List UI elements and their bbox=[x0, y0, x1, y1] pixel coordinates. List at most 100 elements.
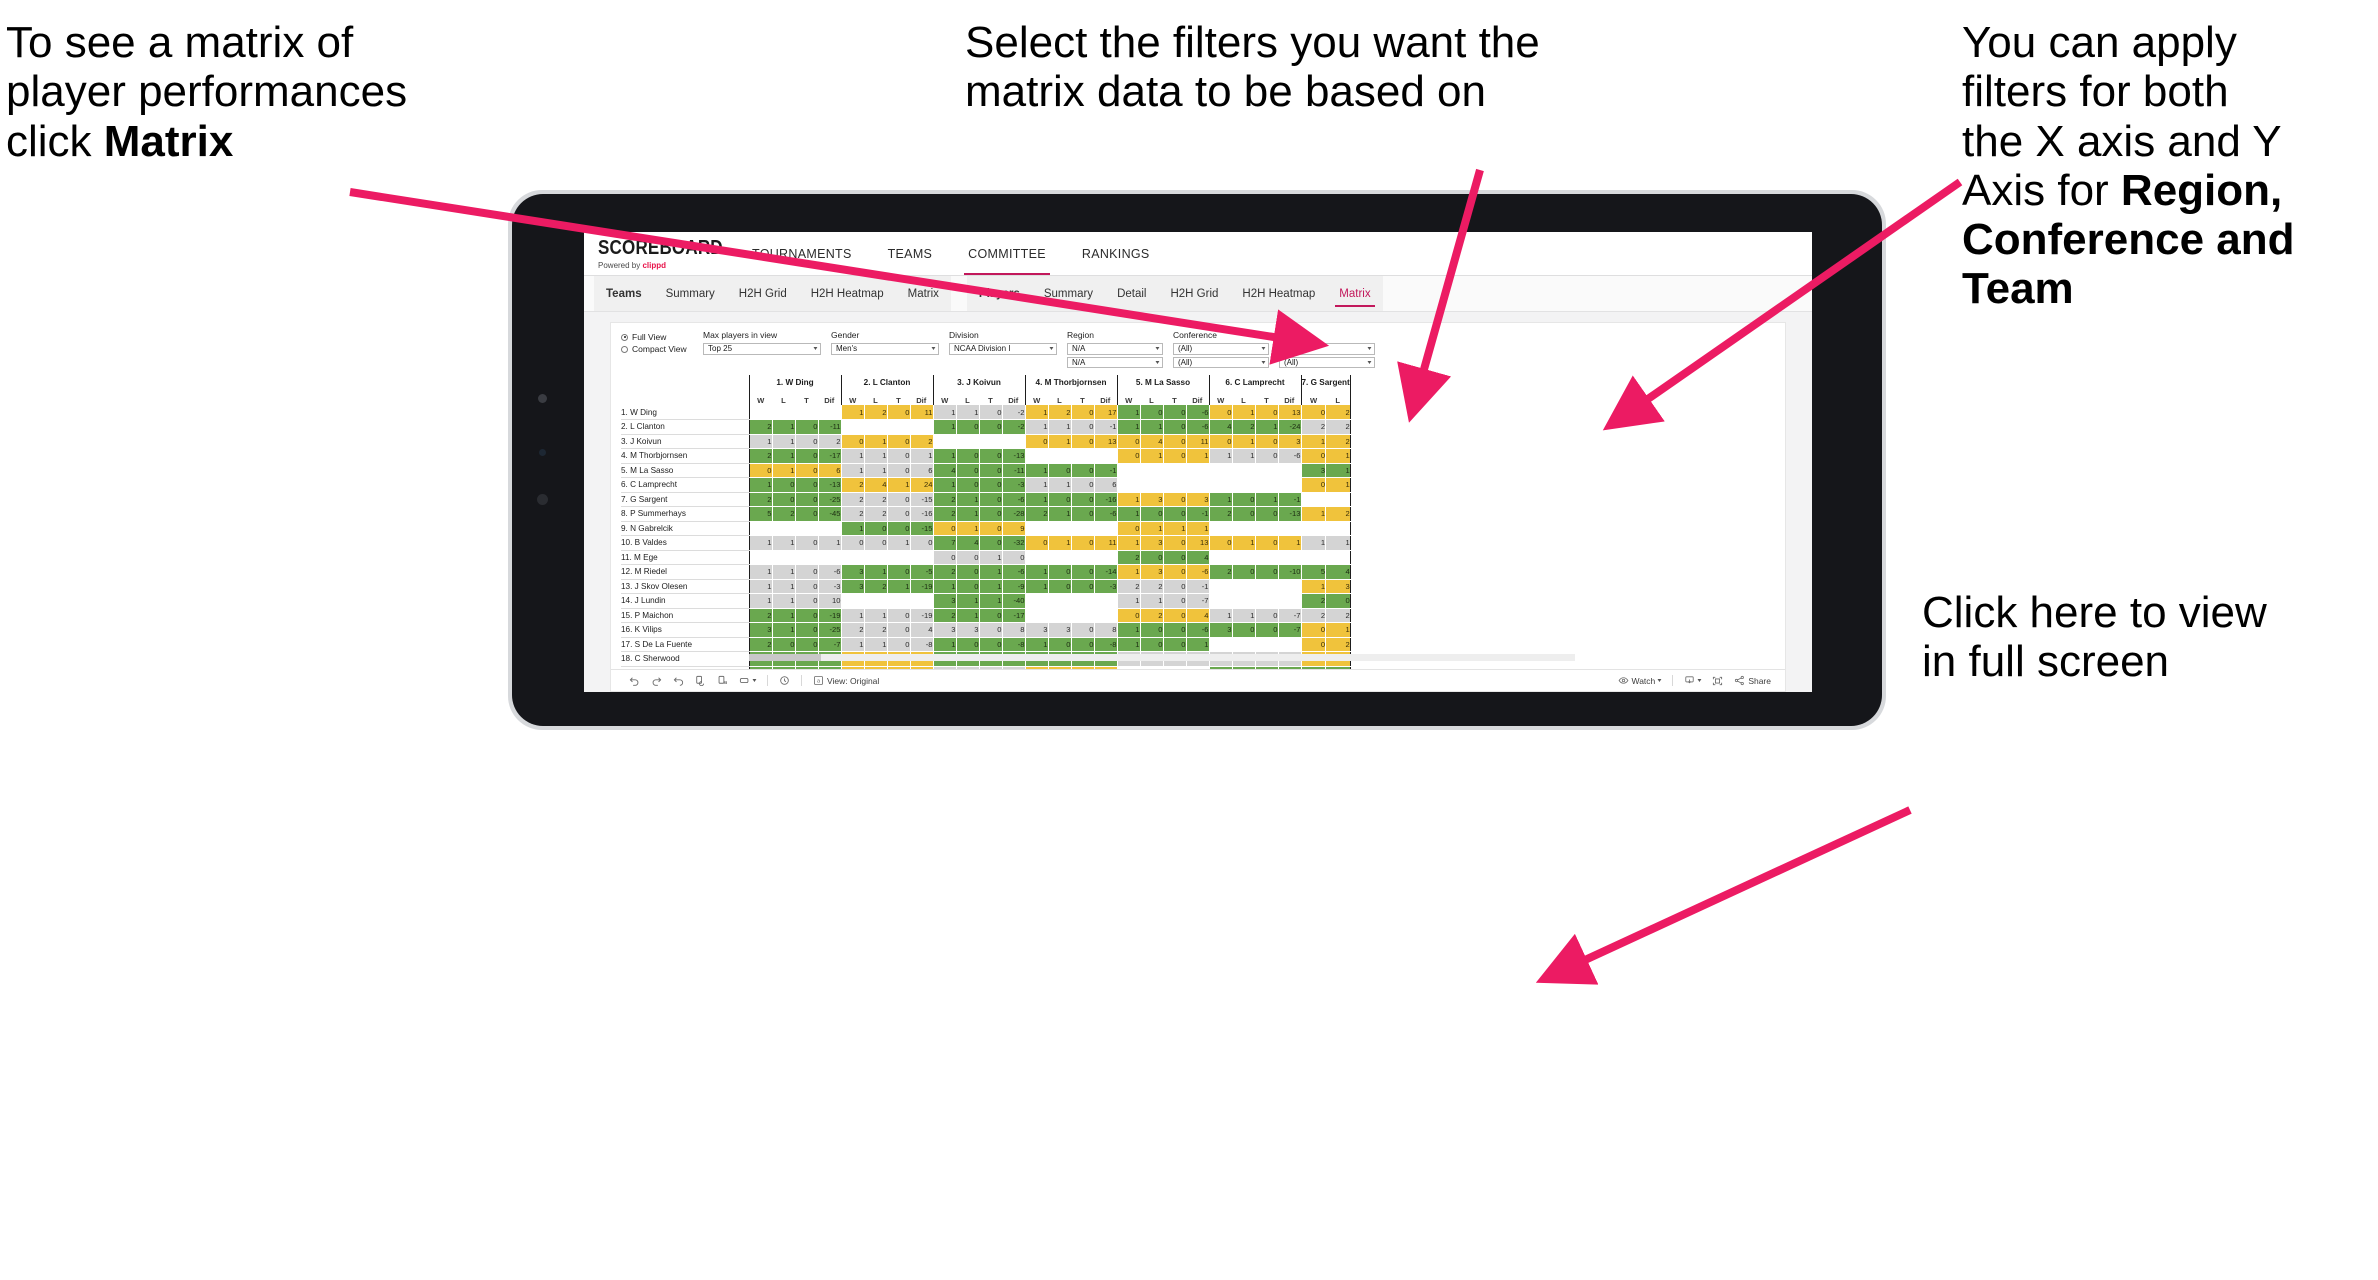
matrix-cell[interactable]: 0 bbox=[979, 608, 1003, 623]
matrix-cell[interactable]: 0 bbox=[795, 463, 819, 478]
matrix-cell[interactable] bbox=[1208, 463, 1233, 478]
matrix-cell[interactable] bbox=[1024, 521, 1049, 536]
matrix-cell[interactable]: 0 bbox=[1255, 535, 1279, 551]
matrix-cell[interactable]: 3 bbox=[932, 622, 957, 638]
matrix-cell[interactable]: 0 bbox=[979, 535, 1003, 551]
matrix-cell[interactable]: 1 bbox=[864, 434, 888, 449]
matrix-cell[interactable]: 2 bbox=[818, 434, 842, 449]
matrix-cell[interactable] bbox=[1255, 550, 1279, 565]
matrix-cell[interactable] bbox=[1024, 550, 1049, 565]
matrix-cell[interactable]: 4 bbox=[910, 622, 934, 638]
matrix-cell[interactable]: 2 bbox=[1024, 506, 1049, 522]
matrix-cell[interactable] bbox=[1208, 579, 1233, 594]
matrix-cell[interactable]: 1 bbox=[979, 579, 1003, 594]
matrix-cell[interactable]: 0 bbox=[979, 448, 1003, 464]
logo[interactable]: SCOREBOARD Powered by clippd bbox=[598, 237, 723, 270]
matrix-cell[interactable]: 1 bbox=[1325, 622, 1351, 638]
matrix-cell[interactable]: 1 bbox=[1255, 419, 1279, 435]
matrix-cell[interactable]: -45 bbox=[818, 506, 842, 522]
refresh-icon[interactable] bbox=[695, 675, 706, 686]
matrix-cell[interactable]: -7 bbox=[1278, 608, 1302, 623]
matrix-cell[interactable] bbox=[1048, 521, 1072, 536]
matrix-cell[interactable]: 0 bbox=[956, 564, 980, 580]
matrix-cell[interactable]: 13 bbox=[1094, 434, 1118, 449]
matrix-cell[interactable]: -6 bbox=[1094, 506, 1118, 522]
matrix-cell[interactable]: 1 bbox=[1116, 535, 1141, 551]
matrix-cell[interactable]: 1 bbox=[818, 535, 842, 551]
matrix-cell[interactable]: 0 bbox=[795, 535, 819, 551]
matrix-cell[interactable]: 0 bbox=[1024, 434, 1049, 449]
matrix-cell[interactable]: 1 bbox=[1116, 637, 1141, 652]
matrix-cell[interactable]: 1 bbox=[864, 608, 888, 623]
matrix-cell[interactable]: 2 bbox=[840, 477, 865, 493]
matrix-cell[interactable]: 0 bbox=[1048, 463, 1072, 478]
matrix-cell[interactable]: 1 bbox=[1048, 535, 1072, 551]
tab-players-detail[interactable]: Detail bbox=[1105, 276, 1158, 311]
matrix-cell[interactable]: 1 bbox=[887, 477, 911, 493]
matrix-cell[interactable]: 6 bbox=[910, 463, 934, 478]
matrix-cell[interactable]: 1 bbox=[840, 608, 865, 623]
matrix-cell[interactable]: 1 bbox=[772, 463, 796, 478]
matrix-cell[interactable]: 1 bbox=[772, 434, 796, 449]
matrix-cell[interactable] bbox=[1255, 579, 1279, 594]
matrix-cell[interactable]: 0 bbox=[1208, 535, 1233, 551]
matrix-cell[interactable]: 0 bbox=[748, 463, 773, 478]
matrix-cell[interactable]: 1 bbox=[1024, 637, 1049, 652]
matrix-cell[interactable]: -1 bbox=[1094, 419, 1118, 435]
matrix-cell[interactable] bbox=[1071, 521, 1095, 536]
matrix-cell[interactable]: 0 bbox=[910, 535, 934, 551]
matrix-cell[interactable] bbox=[1278, 521, 1302, 536]
matrix-cell[interactable] bbox=[748, 521, 773, 536]
matrix-cell[interactable] bbox=[1325, 492, 1351, 507]
matrix-cell[interactable]: 0 bbox=[795, 506, 819, 522]
matrix-cell[interactable]: 1 bbox=[1116, 564, 1141, 580]
matrix-cell[interactable] bbox=[1278, 477, 1302, 493]
matrix-cell[interactable]: 1 bbox=[1048, 419, 1072, 435]
matrix-cell[interactable] bbox=[1278, 463, 1302, 478]
matrix-cell[interactable]: 0 bbox=[1071, 463, 1095, 478]
matrix-cell[interactable]: 0 bbox=[887, 521, 911, 536]
matrix-cell[interactable]: 1 bbox=[748, 535, 773, 551]
matrix-cell[interactable]: -5 bbox=[910, 564, 934, 580]
matrix-cell[interactable]: 1 bbox=[1140, 593, 1164, 609]
matrix-cell[interactable]: 1 bbox=[956, 506, 980, 522]
matrix-cell[interactable]: -25 bbox=[818, 492, 842, 507]
matrix-cell[interactable]: 1 bbox=[1300, 535, 1327, 551]
matrix-cell[interactable]: 0 bbox=[887, 608, 911, 623]
matrix-cell[interactable]: 4 bbox=[956, 535, 980, 551]
matrix-cell[interactable]: -1 bbox=[1278, 492, 1302, 507]
matrix-cell[interactable]: 0 bbox=[1255, 506, 1279, 522]
matrix-cell[interactable]: 1 bbox=[772, 564, 796, 580]
matrix-cell[interactable]: 0 bbox=[1140, 405, 1164, 420]
matrix-cell[interactable] bbox=[1116, 477, 1141, 493]
filter-region-select-y[interactable]: N/A ▾ bbox=[1067, 356, 1163, 368]
matrix-cell[interactable] bbox=[1071, 593, 1095, 609]
filter-max-players-select[interactable]: Top 25 ▾ bbox=[703, 343, 821, 355]
matrix-cell[interactable]: -6 bbox=[1278, 448, 1302, 464]
matrix-cell[interactable] bbox=[1024, 448, 1049, 464]
matrix-cell[interactable]: 3 bbox=[840, 579, 865, 594]
redo-icon[interactable] bbox=[651, 675, 662, 686]
view-original-button[interactable]: a View: Original bbox=[813, 675, 879, 686]
matrix-cell[interactable]: 3 bbox=[1024, 622, 1049, 638]
matrix-cell[interactable]: 2 bbox=[1140, 579, 1164, 594]
matrix-cell[interactable]: 1 bbox=[1300, 506, 1327, 522]
matrix-cell[interactable]: -13 bbox=[1002, 448, 1026, 464]
matrix-cell[interactable]: 1 bbox=[1325, 448, 1351, 464]
matrix-cell[interactable]: 0 bbox=[1300, 448, 1327, 464]
matrix-cell[interactable]: 0 bbox=[1255, 448, 1279, 464]
matrix-cell[interactable]: -7 bbox=[1186, 593, 1210, 609]
matrix-cell[interactable]: 9 bbox=[1002, 521, 1026, 536]
tab-teams[interactable]: Teams bbox=[594, 276, 654, 311]
matrix-cell[interactable]: 1 bbox=[1024, 463, 1049, 478]
matrix-cell[interactable]: -19 bbox=[910, 579, 934, 594]
matrix-cell[interactable]: 0 bbox=[1255, 434, 1279, 449]
matrix-cell[interactable]: 0 bbox=[1163, 506, 1187, 522]
matrix-cell[interactable]: 3 bbox=[1186, 492, 1210, 507]
matrix-cell[interactable]: 0 bbox=[979, 521, 1003, 536]
matrix-cell[interactable] bbox=[1048, 448, 1072, 464]
matrix-cell[interactable]: 1 bbox=[1325, 463, 1351, 478]
matrix-cell[interactable] bbox=[1094, 593, 1118, 609]
nav-item-rankings[interactable]: RANKINGS bbox=[1064, 232, 1168, 275]
matrix-cell[interactable] bbox=[1094, 448, 1118, 464]
